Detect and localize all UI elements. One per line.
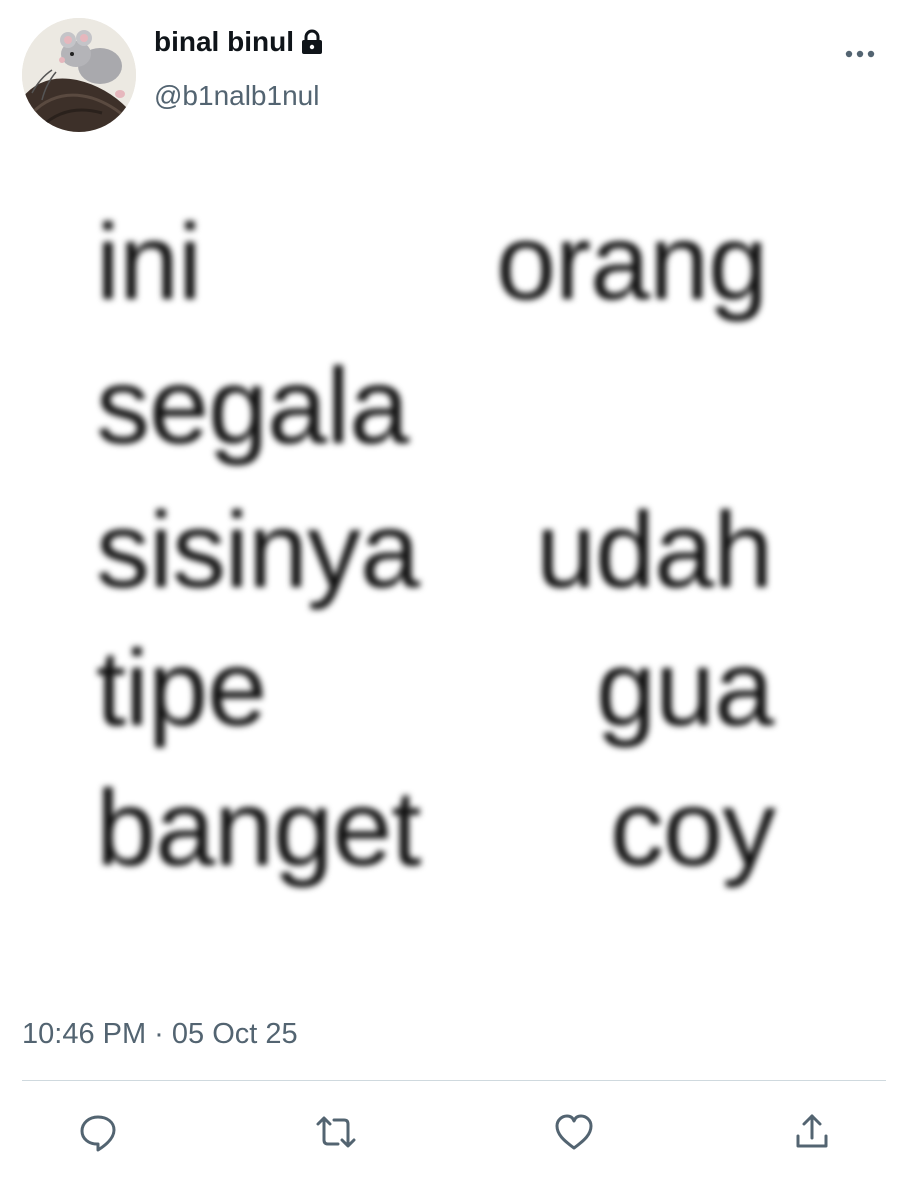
display-name[interactable]: binal binul (154, 26, 324, 58)
rat-avatar (22, 18, 136, 132)
tweet-image-word: udah (536, 489, 773, 610)
tweet-image-word: coy (610, 767, 776, 888)
like-button[interactable] (550, 1108, 598, 1156)
retweet-button[interactable] (312, 1108, 360, 1156)
more-icon (845, 50, 875, 58)
share-icon (796, 1114, 828, 1148)
tweet-image-word: gua (596, 627, 774, 748)
tweet-image-word: ini (96, 201, 202, 322)
tweet-image-word: banget (96, 767, 421, 888)
more-button[interactable] (838, 36, 882, 72)
tweet-timestamp[interactable]: 10:46 PM · 05 Oct 25 (22, 1018, 298, 1051)
tweet-image-word: tipe (96, 627, 267, 748)
reply-button[interactable] (74, 1108, 122, 1156)
lock-icon (300, 29, 324, 55)
retweet-icon (316, 1116, 356, 1148)
tweet-image-word: segala (96, 345, 409, 466)
tweet-image[interactable]: ini orang segala sisinya udah tipe gua b… (60, 180, 820, 940)
reply-icon (80, 1115, 116, 1152)
author-handle[interactable]: @b1nalb1nul (154, 80, 319, 112)
heart-icon (555, 1114, 593, 1150)
share-button[interactable] (788, 1108, 836, 1156)
display-name-text: binal binul (154, 26, 294, 57)
tweet-image-word: orang (496, 201, 768, 322)
tweet-image-word: sisinya (96, 489, 420, 610)
divider (22, 1080, 886, 1081)
avatar[interactable] (22, 18, 136, 132)
